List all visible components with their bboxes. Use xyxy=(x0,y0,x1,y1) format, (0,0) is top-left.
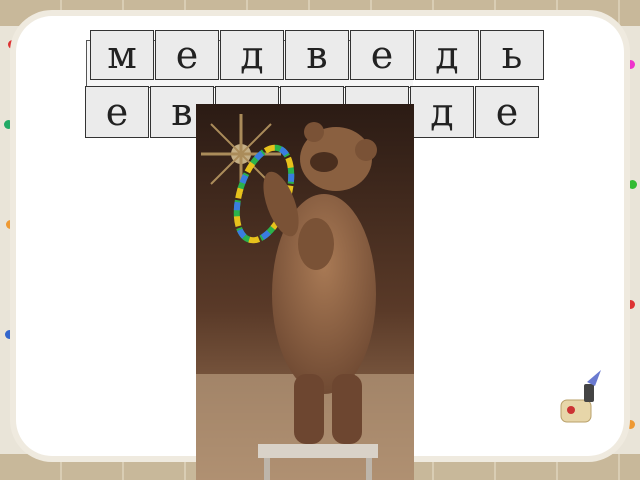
confetti-dot xyxy=(628,180,637,189)
letter: м xyxy=(107,33,137,77)
letter: д xyxy=(430,90,454,134)
letter-tile[interactable]: д xyxy=(415,30,479,80)
letter: д xyxy=(435,33,459,77)
letter-tile[interactable]: е xyxy=(155,30,219,80)
confetti-dot xyxy=(4,120,13,129)
letter: е xyxy=(175,33,199,77)
letter: в xyxy=(306,33,328,77)
letter-tile[interactable]: м xyxy=(90,30,154,80)
letter: д xyxy=(240,33,264,77)
letter-tile[interactable]: е xyxy=(350,30,414,80)
bear-photo[interactable] xyxy=(196,104,414,480)
scrambled-tile[interactable]: е xyxy=(475,86,539,138)
letter: е xyxy=(370,33,394,77)
quill-scroll-icon[interactable] xyxy=(551,366,607,430)
confetti-dot xyxy=(626,420,635,429)
scrambled-tile[interactable]: д xyxy=(410,86,474,138)
scrambled-tile[interactable]: е xyxy=(85,86,149,138)
letter-tile[interactable]: д xyxy=(220,30,284,80)
bear-image xyxy=(196,104,414,480)
letter-tile[interactable]: ь xyxy=(480,30,544,80)
letter: е xyxy=(105,90,129,134)
letter-tile[interactable]: в xyxy=(285,30,349,80)
letter: ь xyxy=(501,33,523,77)
confetti-dot xyxy=(6,220,15,229)
slide-frame: м е д в е д ь е в д е xyxy=(0,0,640,480)
letter: в xyxy=(171,90,193,134)
confetti-dot xyxy=(626,60,635,69)
confetti-dot xyxy=(626,300,635,309)
confetti-dot xyxy=(5,330,14,339)
letter: е xyxy=(495,90,519,134)
